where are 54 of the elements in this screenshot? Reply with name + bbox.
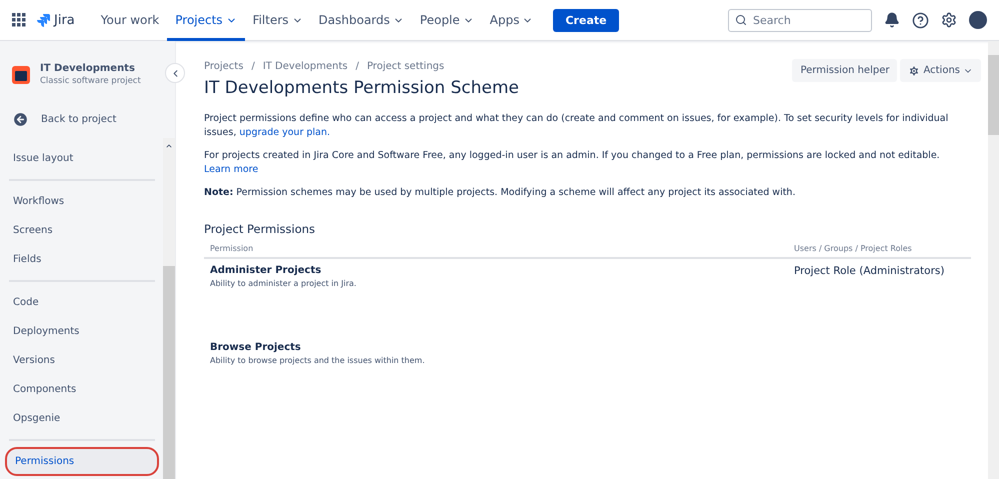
column-header: Permission — [210, 244, 254, 253]
project-icon — [12, 66, 30, 84]
text-link[interactable]: Learn more — [204, 164, 258, 175]
sidebar-item[interactable]: Components — [5, 375, 159, 404]
help-icon[interactable] — [912, 12, 929, 28]
sidebar-item[interactable]: Fields — [5, 245, 159, 274]
nav-tab[interactable]: People — [412, 0, 482, 40]
app-grid-icon[interactable] — [12, 13, 26, 27]
avatar[interactable] — [969, 11, 987, 29]
breadcrumb-separator: / — [251, 61, 255, 72]
permission-description: Ability to administer a project in Jira. — [210, 279, 358, 288]
description-text: Project permissions define who can access a project and what they can do (create and comment on issues, for example). To set security levels for individual issues, upgrade your plan. — [204, 112, 950, 140]
actions-button[interactable]: Actions — [900, 59, 981, 82]
sidebar-item[interactable]: Workflows — [5, 187, 159, 216]
project-name: IT Developments — [40, 63, 136, 74]
nav-tab[interactable]: Your work — [92, 0, 168, 40]
collapse-button[interactable] — [165, 63, 185, 83]
page-title: IT Developments Permission Scheme — [204, 78, 519, 98]
sidebar-item[interactable]: Versions — [5, 346, 159, 375]
logo-icon — [36, 13, 50, 27]
breadcrumb-separator: / — [356, 61, 359, 72]
breadcrumb-link[interactable]: Projects — [204, 61, 244, 72]
permission-name: Administer Projects — [210, 265, 322, 276]
sidebar-item[interactable]: Deployments — [5, 317, 159, 346]
sidebar-item[interactable]: Code — [5, 288, 159, 317]
search-field[interactable]: Search — [728, 8, 872, 32]
product-name: Jira — [54, 12, 75, 28]
text-link[interactable]: upgrade your plan. — [239, 127, 330, 138]
permission-name: Browse Projects — [210, 342, 302, 353]
back-link[interactable]: Back to project — [0, 106, 175, 132]
project-type: Classic software project — [40, 76, 141, 86]
sidebar-item[interactable]: Screens — [5, 216, 159, 245]
table-cell-text: Project Role (Administrators) — [794, 265, 946, 279]
section-title: Project Permissions — [204, 222, 316, 236]
scroll-up-icon[interactable] — [165, 142, 173, 150]
create-button[interactable]: Create — [553, 8, 619, 32]
permission-helper-button[interactable]: Permission helper — [792, 59, 898, 82]
scrollbar[interactable] — [163, 138, 175, 479]
sidebar-item[interactable]: Permissions — [5, 447, 159, 476]
breadcrumb-link[interactable]: IT Developments — [262, 61, 348, 72]
permission-description: Ability to browse projects and the issues within them. — [210, 356, 426, 365]
nav-tab[interactable]: Dashboards — [310, 0, 412, 40]
sidebar-item[interactable]: Issue layout — [5, 144, 159, 173]
sidebar-item[interactable]: Opsgenie — [5, 404, 159, 433]
description-text: Note: Permission schemes may be used by multiple projects. Modifying a scheme will affect any project its associated with. — [204, 186, 796, 200]
settings-icon[interactable] — [941, 12, 957, 28]
gear-icon — [908, 64, 920, 76]
nav-tab[interactable]: Filters — [244, 0, 311, 40]
column-header: Users / Groups / Project Roles — [794, 244, 913, 253]
nav-tab[interactable]: Apps — [482, 0, 542, 40]
scrollbar[interactable] — [988, 41, 999, 479]
notification-bell-icon[interactable] — [884, 12, 900, 28]
breadcrumb-link[interactable]: Project settings — [366, 61, 444, 72]
description-text: For projects created in Jira Core and Software Free, any logged-in user is an admin. If you changed to a Free plan, permissions are locked and not editable. Learn more — [204, 149, 941, 177]
